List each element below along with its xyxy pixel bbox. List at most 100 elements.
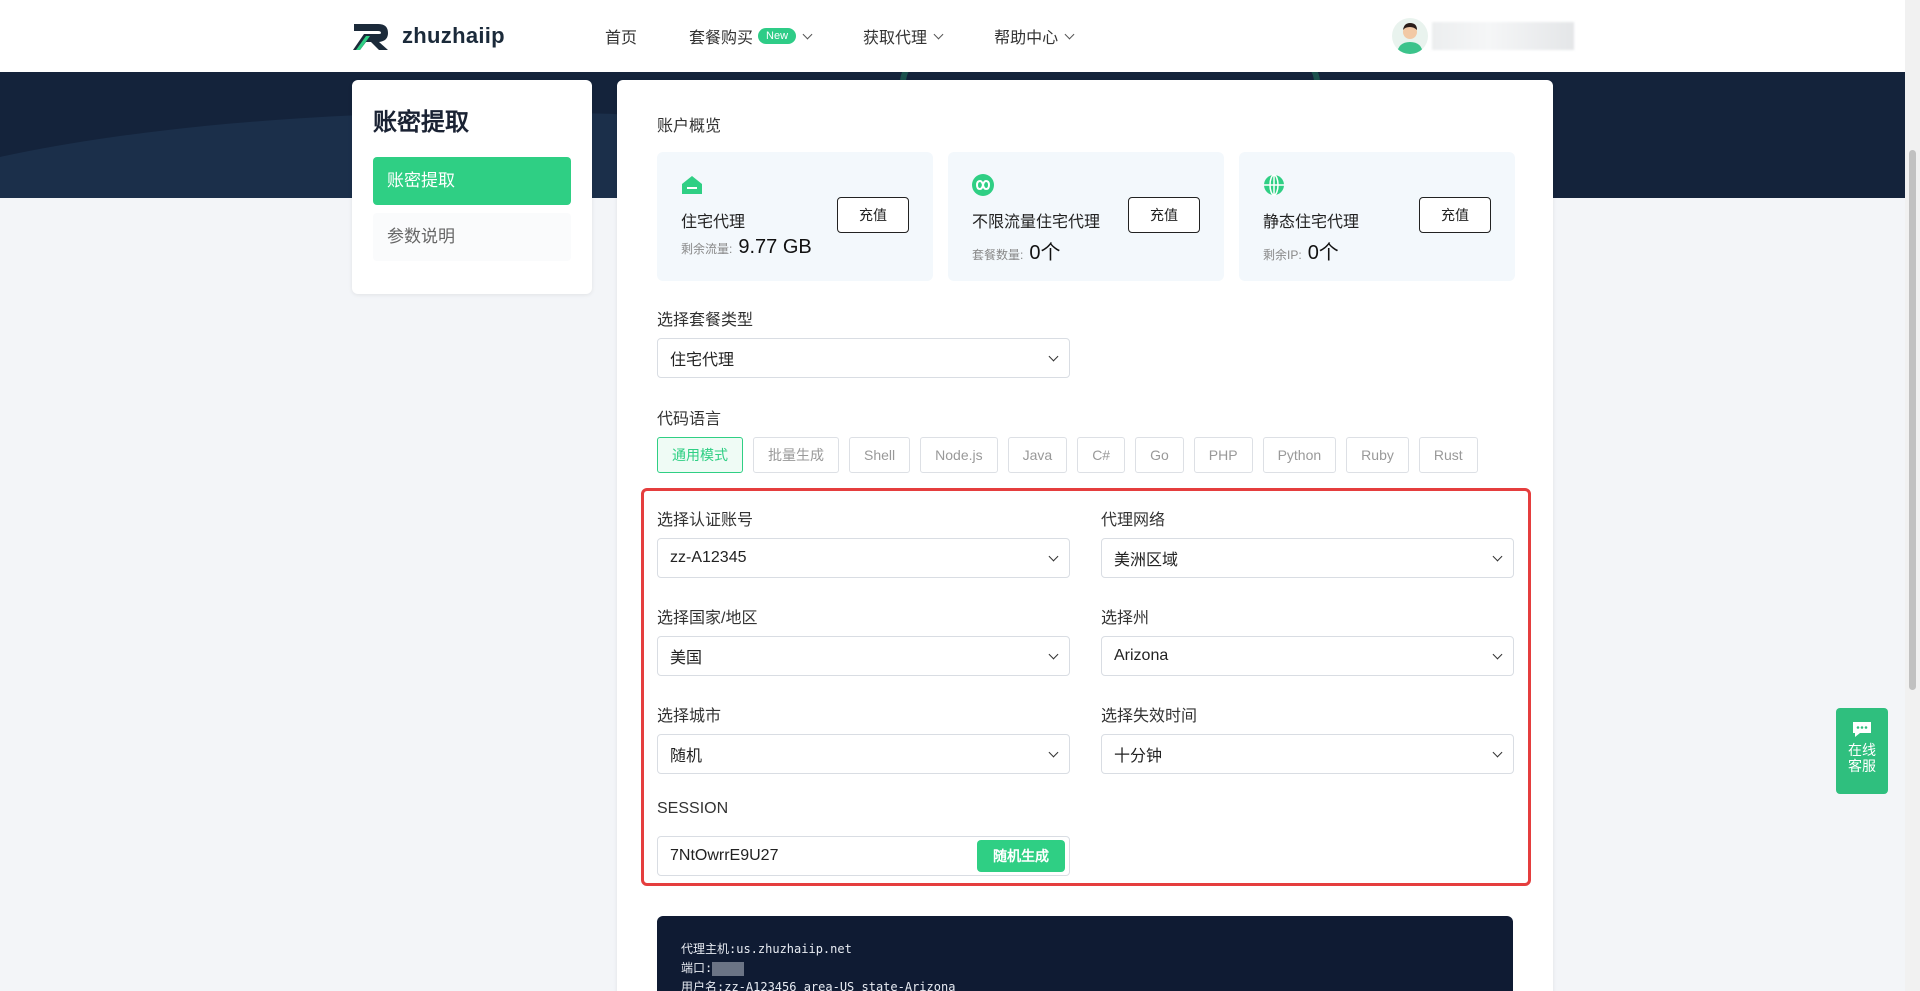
card-name: 住宅代理 <box>681 214 746 231</box>
nav-label: 获取代理 <box>863 30 928 47</box>
main-panel: 账户概览 住宅代理 剩余流量: 9.77 GB 充值 不限流量住宅代理 套餐数量… <box>617 80 1553 991</box>
select-value: zz-A12345 <box>670 549 747 566</box>
scrollbar-thumb[interactable] <box>1909 150 1916 690</box>
chevron-down-icon <box>933 29 944 39</box>
card-name: 静态住宅代理 <box>1263 214 1360 231</box>
nav-packages[interactable]: 套餐购买 New <box>689 24 813 48</box>
recharge-button[interactable]: 充值 <box>1128 197 1200 233</box>
language-tabs: 通用模式 批量生成 Shell Node.js Java C# Go PHP P… <box>657 437 1478 473</box>
sidebar-item-param-docs[interactable]: 参数说明 <box>373 213 571 261</box>
chat-bubble-icon <box>1853 722 1871 737</box>
session-value: 7NtOwrrE9U27 <box>670 847 779 864</box>
nav-home[interactable]: 首页 <box>605 24 637 48</box>
code-key: 端口: <box>681 961 713 975</box>
infinity-icon <box>972 174 994 196</box>
brand-logo[interactable]: zhuzhaiip <box>352 20 505 52</box>
avatar[interactable] <box>1392 18 1428 54</box>
session-label: SESSION <box>657 800 729 817</box>
state-select[interactable]: Arizona <box>1101 636 1514 676</box>
page-scrollbar[interactable] <box>1905 0 1920 991</box>
brand-name: zhuzhaiip <box>402 23 505 48</box>
nav-label: 套餐购买 <box>689 30 754 47</box>
chevron-down-icon <box>1492 649 1503 659</box>
lang-tab-shell[interactable]: Shell <box>849 437 911 473</box>
home-icon <box>682 176 702 194</box>
chevron-down-icon <box>1048 649 1059 659</box>
chat-label: 在线 <box>1848 742 1876 758</box>
card-stat-label: 套餐数量: <box>972 248 1024 262</box>
card-static: 静态住宅代理 剩余IP: 0个 充值 <box>1239 152 1515 281</box>
country-label: 选择国家/地区 <box>657 610 758 627</box>
lang-tab-batch[interactable]: 批量生成 <box>753 437 839 473</box>
lang-tab-rust[interactable]: Rust <box>1418 437 1478 473</box>
package-select[interactable]: 住宅代理 <box>657 338 1070 378</box>
recharge-button[interactable]: 充值 <box>837 197 909 233</box>
expire-select[interactable]: 十分钟 <box>1101 734 1514 774</box>
state-label: 选择州 <box>1101 610 1150 627</box>
select-value: 十分钟 <box>1114 748 1163 765</box>
card-unlimited: 不限流量住宅代理 套餐数量: 0个 充值 <box>948 152 1224 281</box>
nav-get-proxy[interactable]: 获取代理 <box>863 24 944 48</box>
city-select[interactable]: 随机 <box>657 734 1070 774</box>
card-stat: 套餐数量: 0个 <box>972 236 1060 265</box>
sidebar-item-credential-extract[interactable]: 账密提取 <box>373 157 571 205</box>
code-key: 代理主机: <box>681 942 737 956</box>
chevron-down-icon <box>1492 551 1503 561</box>
chevron-down-icon <box>802 29 813 39</box>
chevron-down-icon <box>1064 29 1075 39</box>
online-support-button[interactable]: 在线 客服 <box>1836 708 1888 794</box>
card-stat-value: 9.77 GB <box>738 236 812 258</box>
card-stat-label: 剩余IP: <box>1263 248 1302 262</box>
code-line-host: 代理主机:us.zhuzhaiip.net <box>681 940 1489 959</box>
chevron-down-icon <box>1492 747 1503 757</box>
username-redacted[interactable] <box>1432 22 1574 50</box>
lang-tab-go[interactable]: Go <box>1135 437 1184 473</box>
select-value: 美洲区域 <box>1114 552 1179 569</box>
logo-icon <box>353 24 388 50</box>
session-input[interactable]: 7NtOwrrE9U27 随机生成 <box>657 836 1070 876</box>
top-navigation-bar: zhuzhaiip 首页 套餐购买 New 获取代理 帮助中心 <box>0 0 1905 72</box>
country-select[interactable]: 美国 <box>657 636 1070 676</box>
new-badge: New <box>758 28 797 44</box>
sidebar: 账密提取 账密提取 参数说明 <box>352 80 592 294</box>
overview-title: 账户概览 <box>657 118 722 135</box>
lang-tab-ruby[interactable]: Ruby <box>1346 437 1409 473</box>
card-stat: 剩余流量: 9.77 GB <box>681 236 812 259</box>
recharge-button[interactable]: 充值 <box>1419 197 1491 233</box>
network-select[interactable]: 美洲区域 <box>1101 538 1514 578</box>
code-line-port: 端口: <box>681 959 1489 978</box>
chevron-down-icon <box>1048 351 1059 361</box>
card-stat-label: 剩余流量: <box>681 242 733 256</box>
card-name: 不限流量住宅代理 <box>972 214 1101 231</box>
chevron-down-icon <box>1048 551 1059 561</box>
lang-tab-php[interactable]: PHP <box>1193 437 1253 473</box>
lang-tab-java[interactable]: Java <box>1007 437 1068 473</box>
card-stat: 剩余IP: 0个 <box>1263 236 1339 265</box>
sidebar-title: 账密提取 <box>373 109 469 136</box>
chevron-down-icon <box>1048 747 1059 757</box>
city-label: 选择城市 <box>657 708 722 725</box>
card-residential: 住宅代理 剩余流量: 9.77 GB 充值 <box>657 152 933 281</box>
card-stat-value: 0个 <box>1029 242 1061 264</box>
lang-tab-csharp[interactable]: C# <box>1077 437 1126 473</box>
code-value: us.zhuzhaiip.net <box>736 942 852 956</box>
account-select[interactable]: zz-A12345 <box>657 538 1070 578</box>
expire-label: 选择失效时间 <box>1101 708 1198 725</box>
code-key: 用户名: <box>681 980 725 991</box>
language-label: 代码语言 <box>657 411 722 428</box>
select-value: 美国 <box>670 650 703 667</box>
package-label: 选择套餐类型 <box>657 312 754 329</box>
lang-tab-nodejs[interactable]: Node.js <box>920 437 998 473</box>
chat-label: 客服 <box>1848 758 1876 774</box>
nav-label: 首页 <box>605 30 638 47</box>
code-line-user: 用户名:zz-A123456_area-US_state-Arizona <box>681 978 1489 991</box>
main-nav: 首页 套餐购买 New 获取代理 帮助中心 <box>605 0 1125 72</box>
lang-tab-python[interactable]: Python <box>1262 437 1337 473</box>
nav-help-center[interactable]: 帮助中心 <box>994 24 1075 48</box>
select-value: 住宅代理 <box>670 352 735 369</box>
redacted-port <box>712 961 745 976</box>
lang-tab-general[interactable]: 通用模式 <box>657 437 743 473</box>
network-label: 代理网络 <box>1101 512 1166 529</box>
random-generate-button[interactable]: 随机生成 <box>977 840 1065 872</box>
nav-label: 帮助中心 <box>994 30 1059 47</box>
